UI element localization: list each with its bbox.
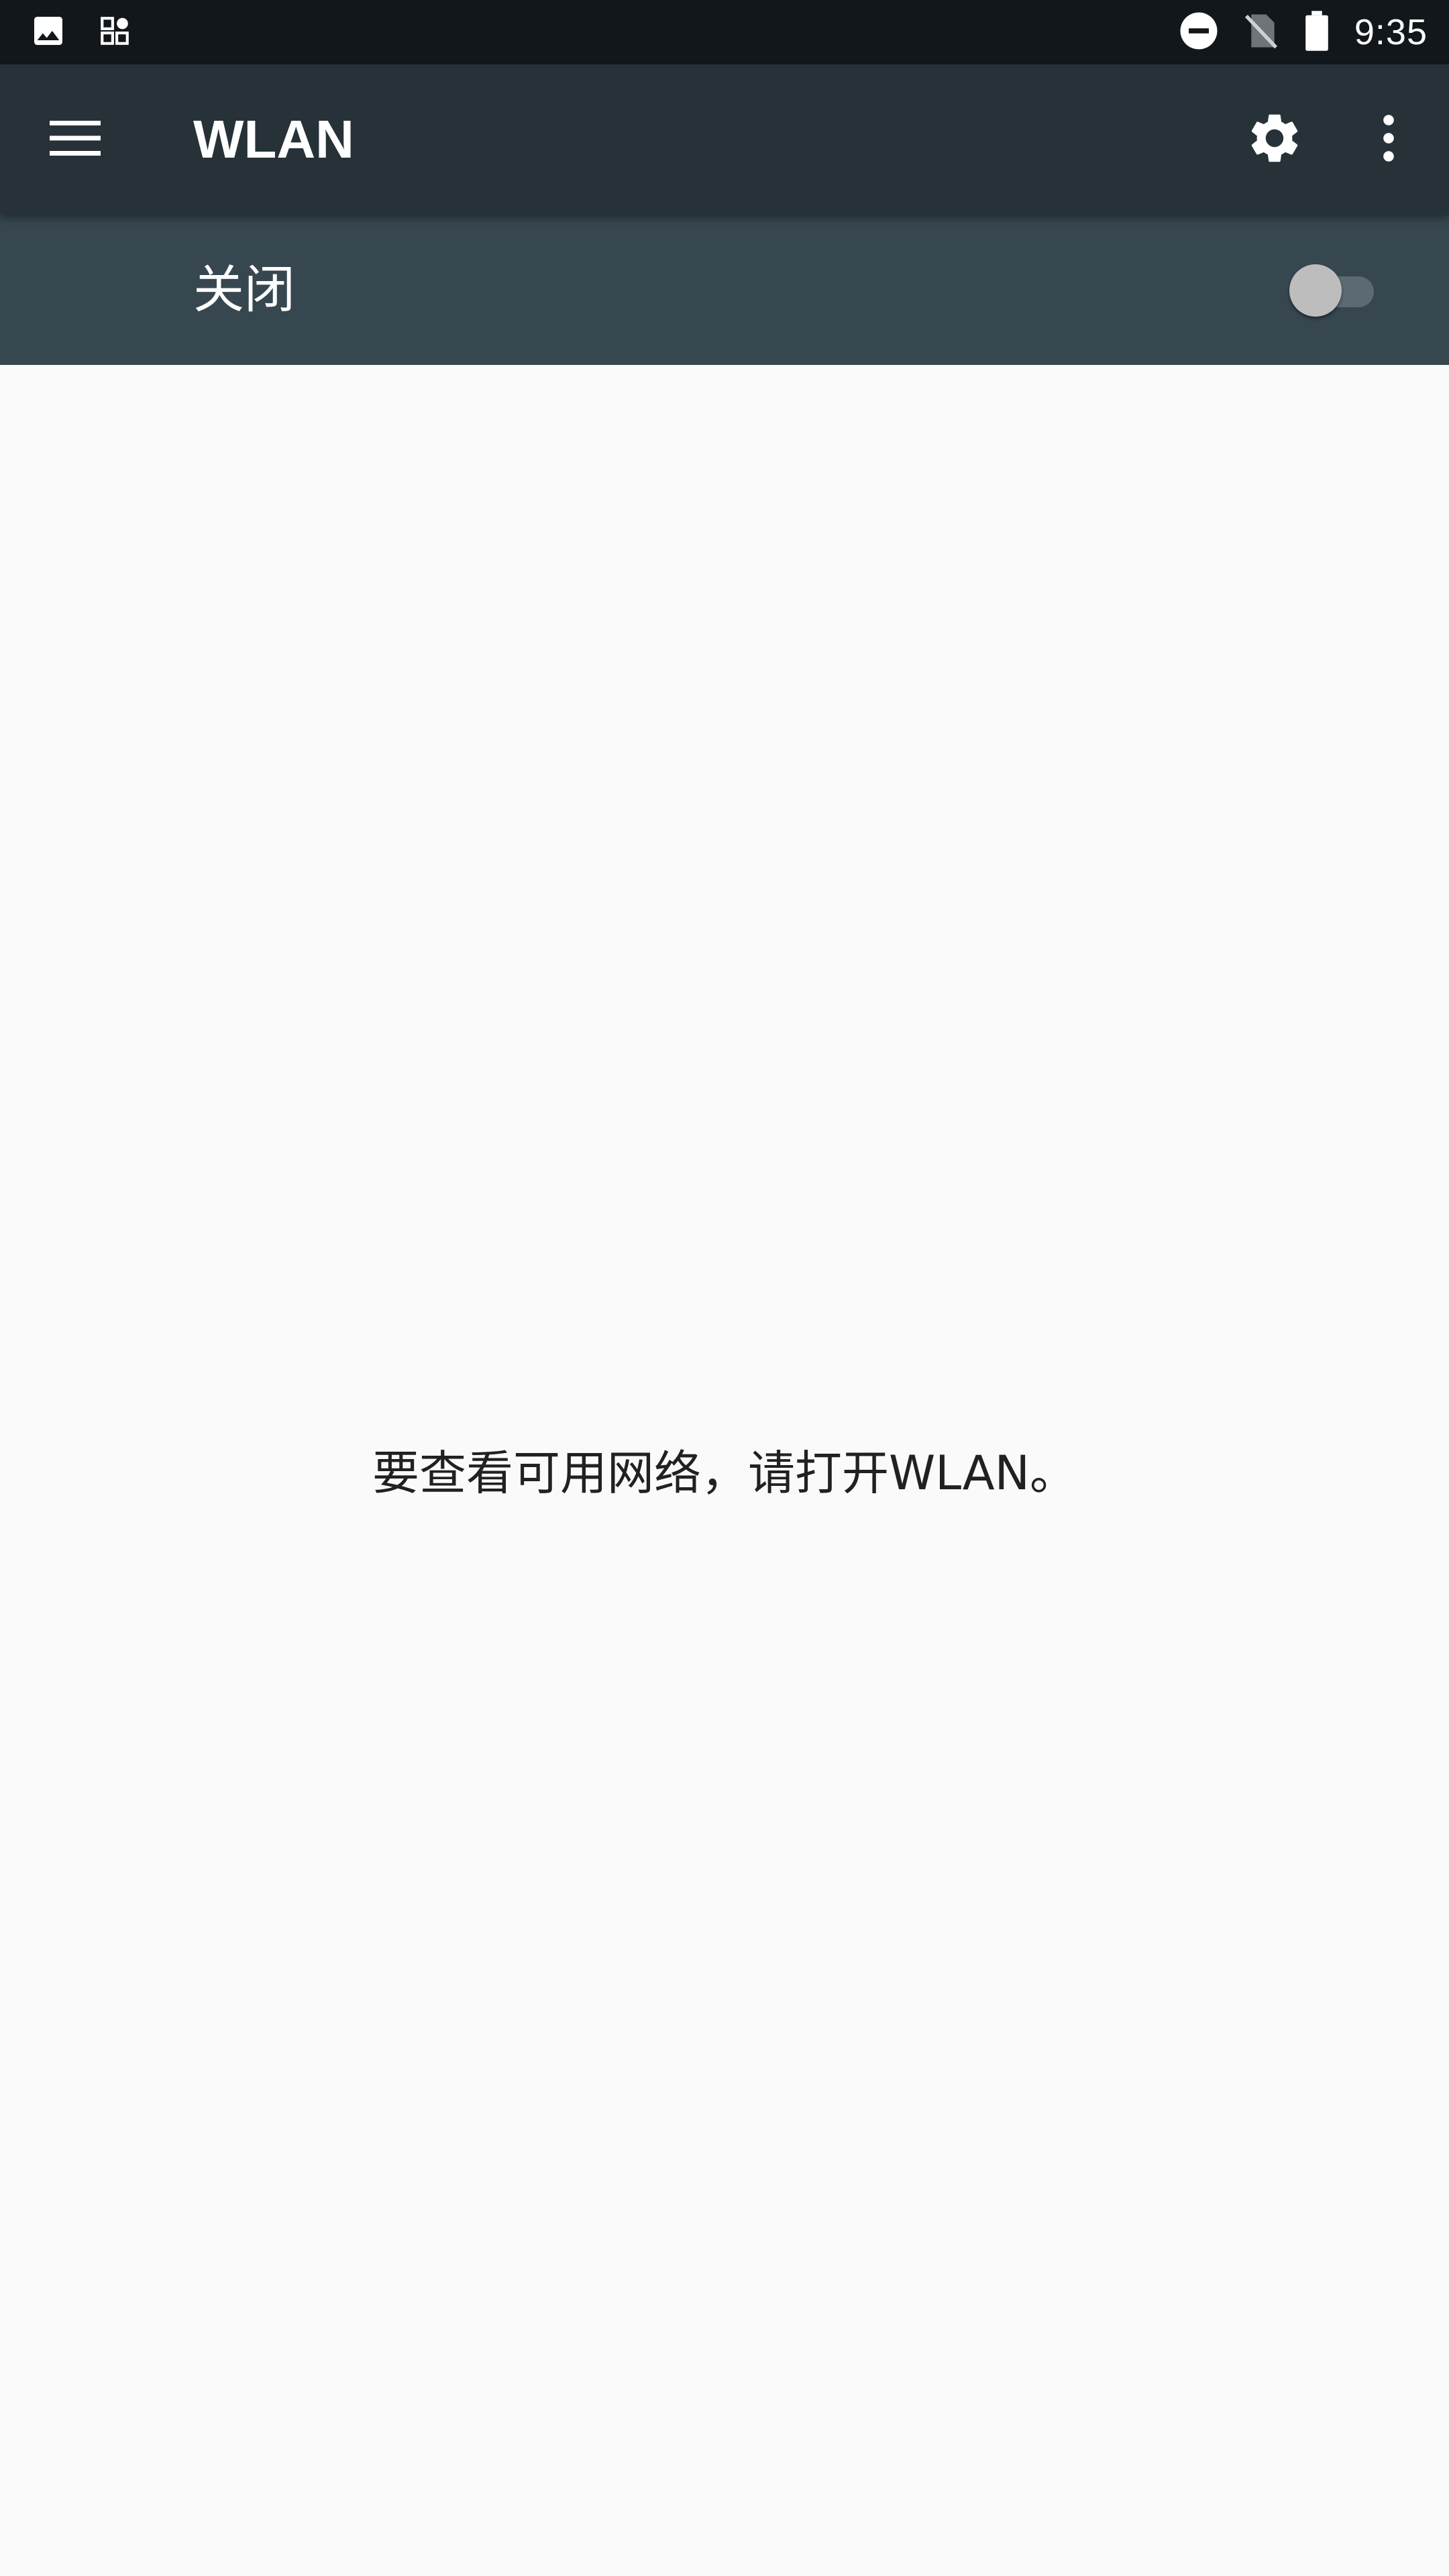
status-bar: 9:35 <box>0 0 1449 64</box>
battery-icon <box>1303 10 1330 54</box>
status-bar-notifications <box>30 12 131 52</box>
more-vert-icon <box>1381 114 1397 165</box>
wlan-off-message: 要查看可用网络，请打开WLAN。 <box>372 1446 1077 1501</box>
gear-icon <box>1245 109 1304 170</box>
wlan-master-switch-bar[interactable]: 关闭 <box>0 215 1449 365</box>
wlan-toggle-thumb <box>1289 264 1342 317</box>
do-not-disturb-icon <box>1179 11 1219 54</box>
app-bar: WLAN <box>0 64 1449 215</box>
status-bar-time: 9:35 <box>1354 12 1428 52</box>
wlan-toggle[interactable] <box>1287 262 1377 318</box>
wlan-switch-label: 关闭 <box>193 260 295 319</box>
menu-icon <box>50 119 101 160</box>
status-bar-system: 9:35 <box>1179 0 1428 64</box>
page-title: WLAN <box>193 109 354 169</box>
wlan-settings-screen: 9:35 WLAN 关闭 要查看可用网络，请打开WLAN。 <box>0 0 1449 2576</box>
apps-grid-icon <box>98 14 131 50</box>
no-sim-icon <box>1243 11 1279 54</box>
image-icon <box>30 12 67 52</box>
navigation-menu-button[interactable] <box>42 106 109 173</box>
wlan-preferences-button[interactable] <box>1241 106 1308 173</box>
more-options-button[interactable] <box>1355 106 1422 173</box>
